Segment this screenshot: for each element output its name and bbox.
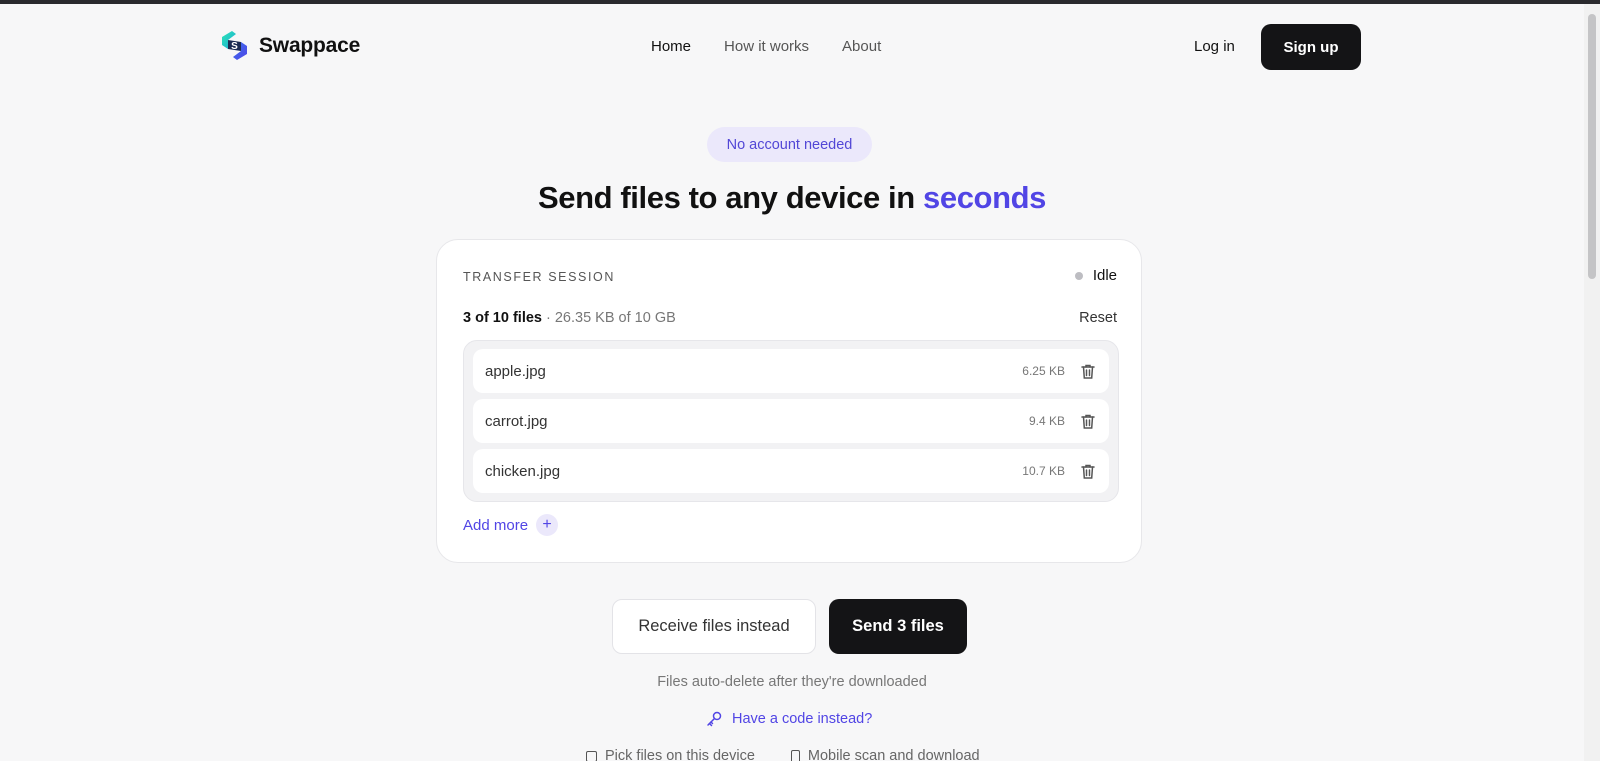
brand-logo[interactable]: S Swappace	[218, 29, 360, 62]
file-row: carrot.jpg 9.4 KB	[473, 399, 1109, 443]
plus-icon: +	[536, 514, 559, 536]
signup-button[interactable]: Sign up	[1261, 24, 1361, 70]
file-count: 3 of 10 files	[463, 310, 542, 326]
mode-this-device-label: Pick files on this device	[605, 748, 755, 761]
status-dot-icon	[1074, 271, 1083, 280]
add-more-button[interactable]: Add more +	[463, 514, 559, 536]
nav-how-it-works[interactable]: How it works	[724, 38, 809, 55]
main-nav: Home How it works About	[651, 38, 881, 55]
trash-icon[interactable]	[1079, 412, 1097, 430]
file-row: chicken.jpg 10.7 KB	[473, 449, 1109, 493]
file-list: apple.jpg 6.25 KB carrot.jpg 9.4 KB chic…	[463, 340, 1119, 502]
nav-home[interactable]: Home	[651, 38, 691, 55]
swappace-logo-icon: S	[222, 31, 247, 60]
files-summary: 3 of 10 files · 26.35 KB of 10 GB	[463, 310, 676, 326]
file-size-total: · 26.35 KB of 10 GB	[541, 310, 676, 326]
auto-delete-note: Files auto-delete after they're download…	[657, 674, 927, 690]
have-code-label: Have a code instead?	[732, 710, 873, 727]
mode-mobile-scan[interactable]: Mobile scan and download	[790, 748, 980, 761]
nav-about[interactable]: About	[842, 38, 881, 55]
file-size: 10.7 KB	[1022, 464, 1065, 478]
file-row: apple.jpg 6.25 KB	[473, 349, 1109, 393]
page-headline: Send files to any device in seconds	[0, 180, 1584, 216]
add-more-label: Add more	[463, 516, 529, 534]
monitor-icon	[586, 750, 597, 761]
session-status: Idle	[1074, 267, 1117, 284]
transfer-modes: Pick files on this device Mobile scan an…	[586, 748, 980, 761]
page-scrollbar[interactable]	[1584, 4, 1600, 761]
file-name: carrot.jpg	[485, 412, 548, 430]
key-icon	[707, 711, 722, 727]
have-code-link[interactable]: Have a code instead?	[706, 710, 872, 727]
trash-icon[interactable]	[1079, 362, 1097, 380]
trash-icon[interactable]	[1079, 462, 1097, 480]
brand-name: Swappace	[259, 33, 361, 57]
mode-mobile-scan-label: Mobile scan and download	[807, 748, 980, 761]
reset-button[interactable]: Reset	[1079, 310, 1117, 326]
site-header: S Swappace Home How it works About Log i…	[0, 4, 1584, 92]
session-label: TRANSFER SESSION	[463, 270, 616, 284]
headline-accent: seconds	[923, 180, 1047, 215]
file-size: 9.4 KB	[1028, 414, 1065, 428]
file-size: 6.25 KB	[1022, 364, 1065, 378]
receive-files-button[interactable]: Receive files instead	[612, 599, 816, 654]
login-link[interactable]: Log in	[1194, 38, 1235, 55]
file-name: apple.jpg	[485, 362, 546, 380]
mode-this-device[interactable]: Pick files on this device	[586, 748, 755, 761]
phone-icon	[790, 749, 800, 761]
transfer-session-card: TRANSFER SESSION Idle 3 of 10 files · 26…	[436, 239, 1142, 563]
no-account-badge: No account needed	[707, 127, 872, 162]
scrollbar-thumb[interactable]	[1588, 14, 1596, 279]
status-text: Idle	[1092, 267, 1117, 284]
send-files-button[interactable]: Send 3 files	[829, 599, 967, 654]
headline-main: Send files to any device in	[537, 180, 915, 215]
svg-text:S: S	[231, 41, 238, 52]
file-name: chicken.jpg	[485, 462, 561, 480]
